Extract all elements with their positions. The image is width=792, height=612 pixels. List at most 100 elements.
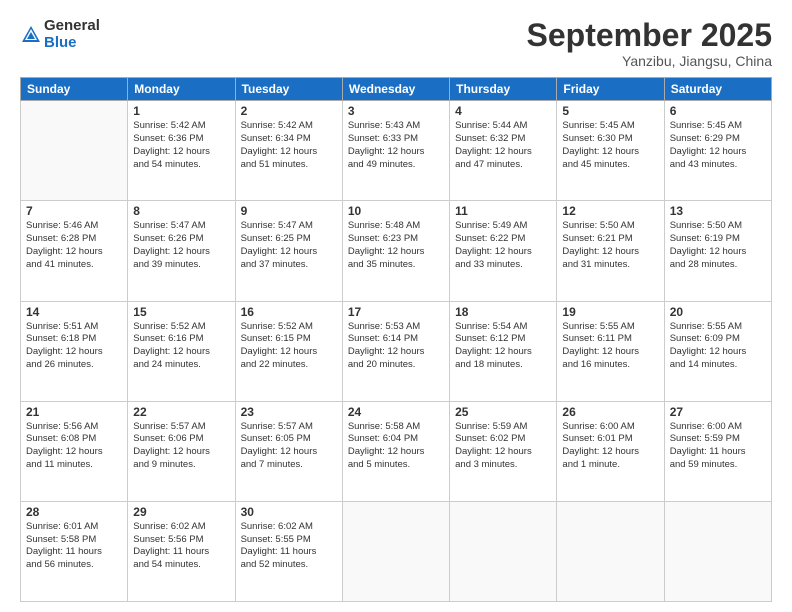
day-info: Sunrise: 5:55 AM Sunset: 6:11 PM Dayligh… bbox=[562, 321, 658, 372]
day-cell: 12 Sunrise: 5:50 AM Sunset: 6:21 PM Dayli… bbox=[557, 201, 664, 301]
col-header-tuesday: Tuesday bbox=[235, 78, 342, 101]
day-cell bbox=[664, 501, 771, 601]
day-number: 2 bbox=[241, 104, 337, 118]
location-label: Yanzibu, Jiangsu, China bbox=[527, 53, 772, 69]
day-cell: 7Sunrise: 5:46 AM Sunset: 6:28 PM Daylig… bbox=[21, 201, 128, 301]
day-cell: 29 Sunrise: 6:02 AM Sunset: 5:56 PM Dayli… bbox=[128, 501, 235, 601]
day-cell: 24 Sunrise: 5:58 AM Sunset: 6:04 PM Dayli… bbox=[342, 401, 449, 501]
logo-text: General Blue bbox=[44, 18, 100, 51]
day-cell: 19 Sunrise: 5:55 AM Sunset: 6:11 PM Dayli… bbox=[557, 301, 664, 401]
day-cell: 16Sunrise: 5:52 AM Sunset: 6:15 PM Dayli… bbox=[235, 301, 342, 401]
day-number: 3 bbox=[348, 104, 444, 118]
day-cell bbox=[342, 501, 449, 601]
day-number: 14 bbox=[26, 305, 122, 319]
day-info: Sunrise: 5:45 AM Sunset: 6:29 PM Dayligh… bbox=[670, 120, 766, 171]
week-row-4: 21 Sunrise: 5:56 AM Sunset: 6:08 PM Dayli… bbox=[21, 401, 772, 501]
day-number: 23 bbox=[241, 405, 337, 419]
day-cell: 21 Sunrise: 5:56 AM Sunset: 6:08 PM Dayli… bbox=[21, 401, 128, 501]
day-cell: 28 Sunrise: 6:01 AM Sunset: 5:58 PM Dayli… bbox=[21, 501, 128, 601]
week-row-3: 14 Sunrise: 5:51 AM Sunset: 6:18 PM Dayli… bbox=[21, 301, 772, 401]
day-info: Sunrise: 5:52 AM Sunset: 6:16 PM Dayligh… bbox=[133, 321, 229, 372]
header: General Blue September 2025 Yanzibu, Jia… bbox=[20, 18, 772, 69]
day-info: Sunrise: 5:43 AM Sunset: 6:33 PM Dayligh… bbox=[348, 120, 444, 171]
day-info: Sunrise: 5:50 AM Sunset: 6:19 PM Dayligh… bbox=[670, 220, 766, 271]
day-cell: 1Sunrise: 5:42 AM Sunset: 6:36 PM Daylig… bbox=[128, 101, 235, 201]
day-number: 13 bbox=[670, 204, 766, 218]
logo-icon bbox=[20, 24, 42, 46]
day-info: Sunrise: 5:51 AM Sunset: 6:18 PM Dayligh… bbox=[26, 321, 122, 372]
day-cell: 22Sunrise: 5:57 AM Sunset: 6:06 PM Dayli… bbox=[128, 401, 235, 501]
day-cell: 5 Sunrise: 5:45 AM Sunset: 6:30 PM Daylig… bbox=[557, 101, 664, 201]
calendar-table: SundayMondayTuesdayWednesdayThursdayFrid… bbox=[20, 77, 772, 602]
day-number: 28 bbox=[26, 505, 122, 519]
day-info: Sunrise: 6:00 AM Sunset: 6:01 PM Dayligh… bbox=[562, 421, 658, 472]
day-number: 27 bbox=[670, 405, 766, 419]
day-number: 22 bbox=[133, 405, 229, 419]
day-cell: 4Sunrise: 5:44 AM Sunset: 6:32 PM Daylig… bbox=[450, 101, 557, 201]
day-cell: 14 Sunrise: 5:51 AM Sunset: 6:18 PM Dayli… bbox=[21, 301, 128, 401]
day-number: 25 bbox=[455, 405, 551, 419]
day-info: Sunrise: 6:02 AM Sunset: 5:56 PM Dayligh… bbox=[133, 521, 229, 572]
day-info: Sunrise: 5:49 AM Sunset: 6:22 PM Dayligh… bbox=[455, 220, 551, 271]
day-info: Sunrise: 5:47 AM Sunset: 6:26 PM Dayligh… bbox=[133, 220, 229, 271]
day-cell: 9Sunrise: 5:47 AM Sunset: 6:25 PM Daylig… bbox=[235, 201, 342, 301]
day-number: 17 bbox=[348, 305, 444, 319]
col-header-sunday: Sunday bbox=[21, 78, 128, 101]
day-number: 19 bbox=[562, 305, 658, 319]
day-info: Sunrise: 5:52 AM Sunset: 6:15 PM Dayligh… bbox=[241, 321, 337, 372]
week-row-1: 1Sunrise: 5:42 AM Sunset: 6:36 PM Daylig… bbox=[21, 101, 772, 201]
logo: General Blue bbox=[20, 18, 100, 51]
day-cell bbox=[557, 501, 664, 601]
col-header-wednesday: Wednesday bbox=[342, 78, 449, 101]
day-number: 8 bbox=[133, 204, 229, 218]
day-info: Sunrise: 5:46 AM Sunset: 6:28 PM Dayligh… bbox=[26, 220, 122, 271]
col-header-monday: Monday bbox=[128, 78, 235, 101]
day-cell: 27 Sunrise: 6:00 AM Sunset: 5:59 PM Dayli… bbox=[664, 401, 771, 501]
day-info: Sunrise: 5:55 AM Sunset: 6:09 PM Dayligh… bbox=[670, 321, 766, 372]
col-header-thursday: Thursday bbox=[450, 78, 557, 101]
day-info: Sunrise: 5:53 AM Sunset: 6:14 PM Dayligh… bbox=[348, 321, 444, 372]
day-number: 30 bbox=[241, 505, 337, 519]
day-cell: 30Sunrise: 6:02 AM Sunset: 5:55 PM Dayli… bbox=[235, 501, 342, 601]
day-info: Sunrise: 6:00 AM Sunset: 5:59 PM Dayligh… bbox=[670, 421, 766, 472]
day-number: 18 bbox=[455, 305, 551, 319]
day-info: Sunrise: 5:59 AM Sunset: 6:02 PM Dayligh… bbox=[455, 421, 551, 472]
calendar-page: General Blue September 2025 Yanzibu, Jia… bbox=[0, 0, 792, 612]
day-number: 5 bbox=[562, 104, 658, 118]
day-cell: 20 Sunrise: 5:55 AM Sunset: 6:09 PM Dayli… bbox=[664, 301, 771, 401]
day-number: 21 bbox=[26, 405, 122, 419]
day-info: Sunrise: 5:56 AM Sunset: 6:08 PM Dayligh… bbox=[26, 421, 122, 472]
day-number: 12 bbox=[562, 204, 658, 218]
day-cell: 6Sunrise: 5:45 AM Sunset: 6:29 PM Daylig… bbox=[664, 101, 771, 201]
day-info: Sunrise: 5:48 AM Sunset: 6:23 PM Dayligh… bbox=[348, 220, 444, 271]
day-cell: 8 Sunrise: 5:47 AM Sunset: 6:26 PM Daylig… bbox=[128, 201, 235, 301]
day-cell: 10 Sunrise: 5:48 AM Sunset: 6:23 PM Dayli… bbox=[342, 201, 449, 301]
month-title: September 2025 bbox=[527, 18, 772, 53]
day-cell: 3 Sunrise: 5:43 AM Sunset: 6:33 PM Daylig… bbox=[342, 101, 449, 201]
day-number: 24 bbox=[348, 405, 444, 419]
day-info: Sunrise: 5:47 AM Sunset: 6:25 PM Dayligh… bbox=[241, 220, 337, 271]
day-number: 29 bbox=[133, 505, 229, 519]
day-number: 11 bbox=[455, 204, 551, 218]
logo-blue-label: Blue bbox=[44, 35, 100, 52]
col-header-saturday: Saturday bbox=[664, 78, 771, 101]
day-number: 20 bbox=[670, 305, 766, 319]
day-info: Sunrise: 5:58 AM Sunset: 6:04 PM Dayligh… bbox=[348, 421, 444, 472]
day-cell: 26Sunrise: 6:00 AM Sunset: 6:01 PM Dayli… bbox=[557, 401, 664, 501]
day-number: 4 bbox=[455, 104, 551, 118]
day-cell: 18Sunrise: 5:54 AM Sunset: 6:12 PM Dayli… bbox=[450, 301, 557, 401]
day-info: Sunrise: 5:42 AM Sunset: 6:36 PM Dayligh… bbox=[133, 120, 229, 171]
day-info: Sunrise: 5:50 AM Sunset: 6:21 PM Dayligh… bbox=[562, 220, 658, 271]
header-row: SundayMondayTuesdayWednesdayThursdayFrid… bbox=[21, 78, 772, 101]
day-number: 15 bbox=[133, 305, 229, 319]
day-cell: 25 Sunrise: 5:59 AM Sunset: 6:02 PM Dayli… bbox=[450, 401, 557, 501]
day-info: Sunrise: 5:57 AM Sunset: 6:05 PM Dayligh… bbox=[241, 421, 337, 472]
week-row-5: 28 Sunrise: 6:01 AM Sunset: 5:58 PM Dayli… bbox=[21, 501, 772, 601]
day-info: Sunrise: 6:01 AM Sunset: 5:58 PM Dayligh… bbox=[26, 521, 122, 572]
day-info: Sunrise: 5:45 AM Sunset: 6:30 PM Dayligh… bbox=[562, 120, 658, 171]
day-cell: 11 Sunrise: 5:49 AM Sunset: 6:22 PM Dayli… bbox=[450, 201, 557, 301]
col-header-friday: Friday bbox=[557, 78, 664, 101]
logo-general-label: General bbox=[44, 18, 100, 35]
day-number: 10 bbox=[348, 204, 444, 218]
day-cell: 2Sunrise: 5:42 AM Sunset: 6:34 PM Daylig… bbox=[235, 101, 342, 201]
